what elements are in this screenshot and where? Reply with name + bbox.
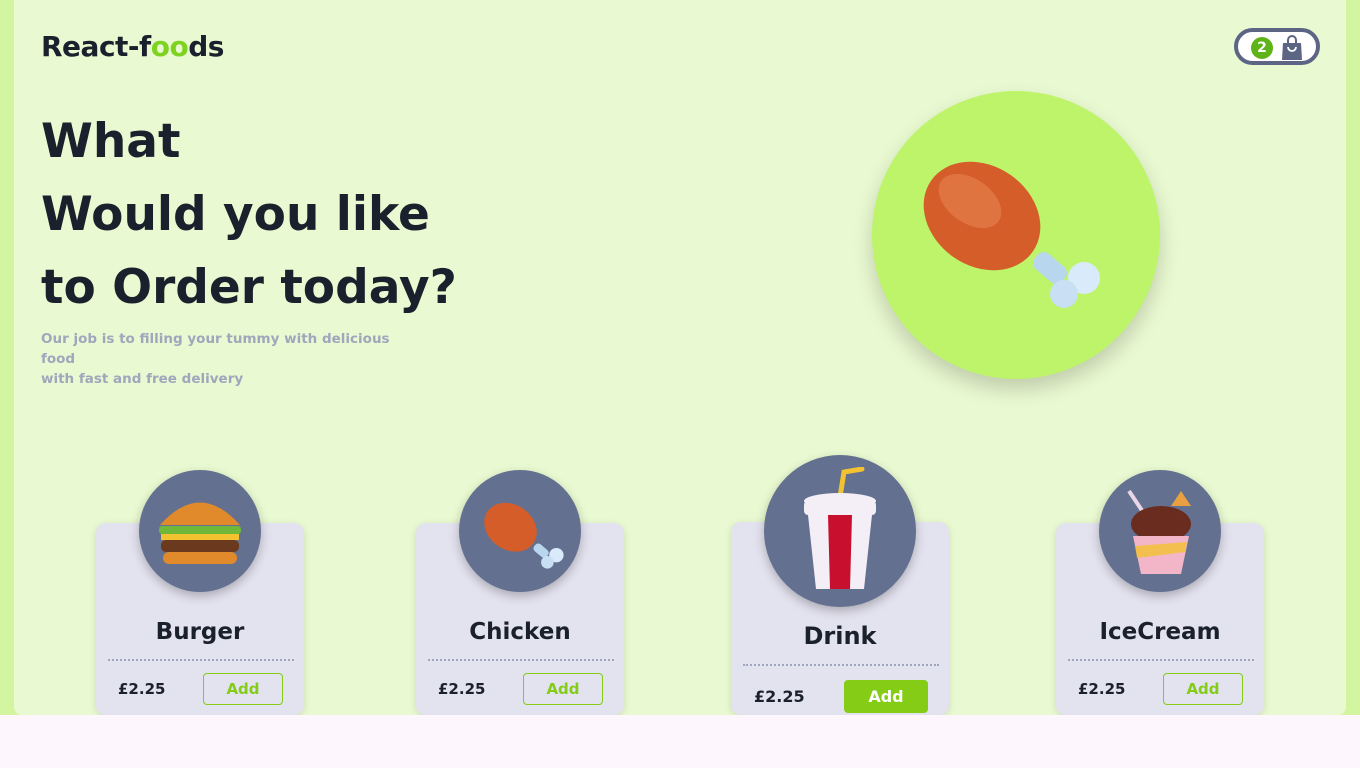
drink-cup-icon <box>804 467 876 589</box>
product-name: Chicken <box>469 619 571 645</box>
subtitle-line-1: Our job is to filling your tummy with de… <box>41 331 390 367</box>
burger-icon <box>159 502 241 564</box>
divider <box>108 659 294 661</box>
add-button[interactable]: Add <box>844 680 928 713</box>
ice-cream-icon <box>1127 489 1191 574</box>
product-card-burger: Burger £2.25 Add <box>96 470 304 715</box>
subtitle-line-2: with fast and free delivery <box>41 371 244 387</box>
product-card-icecream: IceCream £2.25 Add <box>1056 470 1264 715</box>
hero-subtitle: Our job is to filling your tummy with de… <box>41 329 401 389</box>
add-button[interactable]: Add <box>523 673 603 705</box>
product-name: Burger <box>155 619 245 645</box>
product-price: £2.25 <box>754 687 805 706</box>
product-image-circle <box>139 470 261 592</box>
logo[interactable]: React-foods <box>41 30 224 63</box>
cart-button[interactable]: 2 <box>1234 28 1320 65</box>
headline-line-1: What <box>41 114 181 169</box>
shopping-bag-icon <box>1282 35 1302 60</box>
product-name: Drink <box>803 622 877 650</box>
product-card-chicken: Chicken £2.25 Add <box>416 470 624 715</box>
hero-image-circle <box>872 91 1160 379</box>
product-image-circle <box>1099 470 1221 592</box>
chicken-leg-icon <box>923 161 1100 308</box>
chicken-leg-icon <box>484 502 564 569</box>
divider <box>428 659 614 661</box>
product-price: £2.25 <box>1078 680 1126 698</box>
product-price: £2.25 <box>438 680 486 698</box>
divider <box>1068 659 1254 661</box>
logo-prefix: React-f <box>41 30 151 63</box>
add-button[interactable]: Add <box>203 673 283 705</box>
headline-line-2: Would you like <box>41 187 430 242</box>
headline-line-3: to Order today? <box>41 260 457 315</box>
logo-suffix: ds <box>188 30 224 63</box>
product-image-circle <box>459 470 581 592</box>
cart-count-badge: 2 <box>1251 37 1273 59</box>
product-card-drink: Drink £2.25 Add <box>731 455 949 715</box>
hero-headline: What Would you like to Order today? <box>41 105 457 324</box>
product-image-circle <box>764 455 916 607</box>
main-panel: React-foods 2 What Would you like to Ord… <box>14 0 1346 715</box>
product-name: IceCream <box>1099 619 1221 645</box>
product-price: £2.25 <box>118 680 166 698</box>
logo-highlight: oo <box>150 30 189 63</box>
divider <box>743 664 939 666</box>
add-button[interactable]: Add <box>1163 673 1243 705</box>
